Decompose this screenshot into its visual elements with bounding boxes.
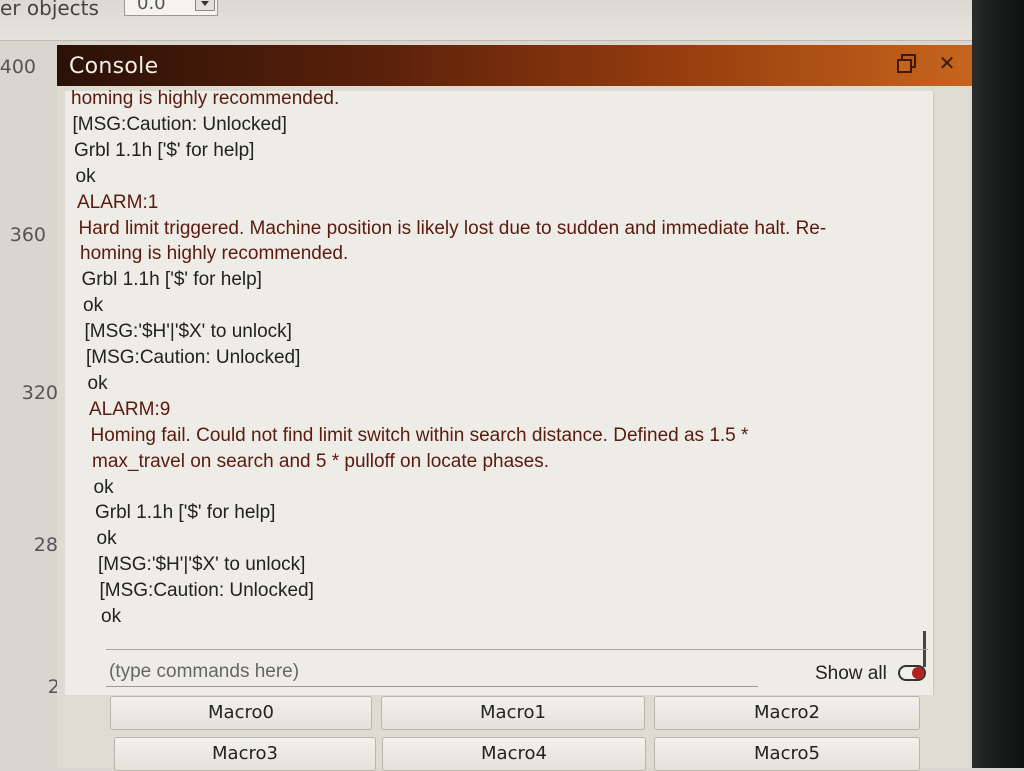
console-titlebar[interactable]: Console ✕ xyxy=(57,45,972,86)
log-line: ok xyxy=(83,295,104,317)
toggle-knob xyxy=(912,667,924,679)
close-icon[interactable]: ✕ xyxy=(935,51,959,75)
log-line: ALARM:1 xyxy=(77,191,159,213)
log-line: ok xyxy=(75,165,96,187)
chevron-down-icon[interactable] xyxy=(195,0,215,11)
show-all-label: Show all xyxy=(815,663,887,684)
log-line: Grbl 1.1h ['$' for help] xyxy=(81,269,262,291)
log-line: ok xyxy=(96,528,117,550)
log-line: ALARM:9 xyxy=(89,398,171,420)
console-panel: Console ✕ homing is highly recommended. [… xyxy=(57,45,972,771)
macro-button-5[interactable]: Macro5 xyxy=(654,737,920,771)
log-line: Homing fail. Could not find limit switch… xyxy=(90,424,749,446)
macro-button-0[interactable]: Macro0 xyxy=(110,696,372,730)
command-input[interactable] xyxy=(106,657,758,687)
screen-bezel xyxy=(972,0,1024,768)
axis-tick: 320 xyxy=(21,382,58,404)
log-line: [MSG:Caution: Unlocked] xyxy=(86,347,301,368)
macro-button-4[interactable]: Macro4 xyxy=(382,737,646,771)
dropdown-value: 0.0 xyxy=(137,0,166,14)
macro-button-3[interactable]: Macro3 xyxy=(114,737,376,771)
macro-button-1[interactable]: Macro1 xyxy=(381,696,645,730)
log-line: Grbl 1.1h ['$' for help] xyxy=(74,139,255,161)
axis-tick: 360 xyxy=(9,224,46,246)
objects-label: er objects xyxy=(0,0,99,20)
value-dropdown[interactable]: 0.0 xyxy=(124,0,218,16)
log-line: max_travel on search and 5 * pulloff on … xyxy=(92,450,549,472)
log-line: ok xyxy=(93,476,114,498)
log-line: homing is highly recommended. xyxy=(80,243,349,265)
log-line: [MSG:'$H'|'$X' to unlock] xyxy=(84,321,292,343)
macro-button-2[interactable]: Macro2 xyxy=(654,696,920,730)
restore-window-icon[interactable] xyxy=(895,51,919,75)
log-line: homing is highly recommended. xyxy=(71,88,340,109)
divider xyxy=(106,649,928,650)
log-line: [MSG:Caution: Unlocked] xyxy=(99,580,314,602)
log-line: ok xyxy=(87,372,108,394)
show-all-toggle[interactable] xyxy=(898,665,926,681)
log-line: [MSG:'$H'|'$X' to unlock] xyxy=(98,554,306,576)
axis-tick: 400 xyxy=(0,56,36,78)
log-line: Hard limit triggered. Machine position i… xyxy=(78,217,827,239)
top-toolbar: er objects 0.0 xyxy=(0,0,972,41)
log-line: [MSG:Caution: Unlocked] xyxy=(72,113,287,135)
console-title: Console xyxy=(69,54,159,79)
log-line: Grbl 1.1h ['$' for help] xyxy=(95,502,276,524)
log-line: ok xyxy=(101,606,122,627)
console-log[interactable]: homing is highly recommended. [MSG:Cautio… xyxy=(65,88,934,695)
